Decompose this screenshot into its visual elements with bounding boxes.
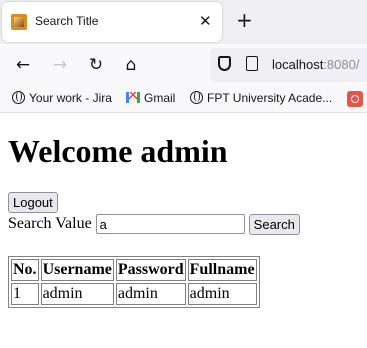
- url-text[interactable]: localhost:8080/: [272, 57, 359, 72]
- column-header-no: No.: [11, 259, 39, 281]
- search-input[interactable]: [95, 214, 245, 234]
- bookmark-jira[interactable]: Your work - Jira: [12, 91, 112, 107]
- tab-strip: Search Title ✕ +: [0, 0, 367, 44]
- bookmark-label: FPT University Acade...: [207, 91, 333, 105]
- extension-icon[interactable]: [347, 91, 363, 107]
- search-form: Search Value Search: [8, 213, 358, 235]
- address-bar[interactable]: localhost:8080/: [210, 48, 367, 82]
- bookmark-gmail[interactable]: Gmail: [126, 91, 175, 107]
- close-tab-icon[interactable]: ✕: [199, 12, 212, 30]
- table-header-row: No. Username Password Fullname: [11, 259, 257, 281]
- globe-icon: [190, 91, 203, 104]
- search-label: Search Value: [8, 215, 92, 232]
- url-host: localhost: [272, 57, 324, 72]
- page-info-icon[interactable]: [246, 56, 258, 71]
- reload-icon[interactable]: ↻: [85, 54, 107, 76]
- cell-fullname: admin: [187, 283, 257, 305]
- logout-button[interactable]: Logout: [8, 192, 58, 213]
- back-arrow-icon[interactable]: ←: [12, 54, 34, 76]
- cell-password: admin: [115, 283, 186, 305]
- logout-form: Logout: [8, 192, 358, 213]
- bookmark-label: Your work - Jira: [29, 91, 112, 105]
- site-favicon-icon: [11, 14, 27, 30]
- cell-username: admin: [40, 283, 114, 305]
- new-tab-icon[interactable]: +: [236, 9, 253, 31]
- url-port: :8080/: [323, 57, 360, 72]
- forward-arrow-icon: →: [52, 55, 68, 75]
- cell-no: 1: [11, 283, 39, 305]
- tab-title: Search Title: [35, 14, 99, 28]
- bookmarks-toolbar: Your work - Jira Gmail FPT University Ac…: [0, 86, 367, 113]
- column-header-fullname: Fullname: [187, 259, 257, 281]
- gmail-icon: [126, 92, 140, 103]
- browser-tab[interactable]: Search Title ✕: [2, 2, 222, 42]
- page-content: Welcome admin Logout Search Value Search…: [8, 112, 358, 308]
- bookmark-fpt-university[interactable]: FPT University Acade...: [190, 91, 332, 107]
- globe-icon: [12, 91, 25, 104]
- column-header-password: Password: [115, 259, 186, 281]
- home-icon[interactable]: ⌂: [120, 54, 142, 76]
- search-button[interactable]: Search: [248, 213, 300, 235]
- column-header-username: Username: [40, 259, 114, 281]
- navigation-bar: ← → ↻ ⌂ localhost:8080/: [0, 44, 367, 86]
- bookmark-label: Gmail: [144, 91, 176, 105]
- page-title: Welcome admin: [8, 133, 228, 169]
- table-row: 1 admin admin admin: [11, 283, 257, 305]
- tracking-protection-shield-icon[interactable]: [218, 56, 231, 71]
- results-table: No. Username Password Fullname 1 admin a…: [8, 256, 260, 308]
